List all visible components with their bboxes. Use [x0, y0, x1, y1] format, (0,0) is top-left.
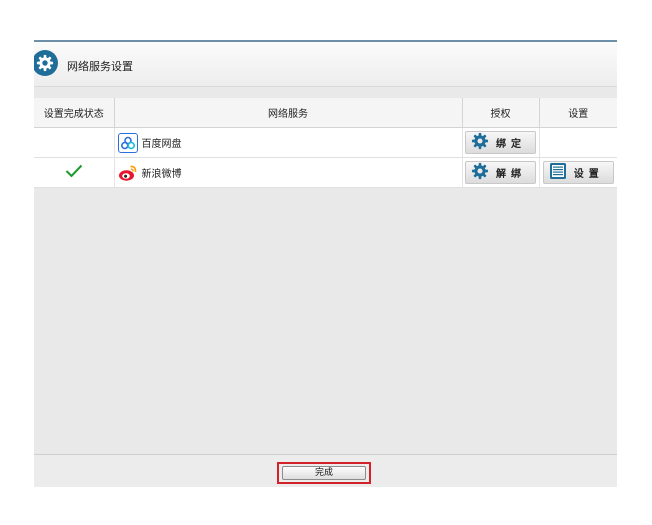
settings-button[interactable]: 设置 [542, 161, 614, 184]
network-service-settings-dialog: 网络服务设置 设置完成状态 网络服务 授权 设置 百度网盘 绑定 新浪微博 解绑… [34, 40, 617, 487]
column-header-auth: 授权 [462, 98, 540, 128]
settings-button-label: 设置 [573, 169, 604, 180]
baidu-netdisk-icon [117, 132, 138, 153]
list-icon [549, 162, 567, 183]
gear-icon [471, 132, 489, 153]
dialog-title: 网络服务设置 [67, 60, 133, 73]
service-name: 新浪微博 [141, 169, 182, 180]
done-button[interactable]: 完成 [282, 466, 366, 480]
bind-button-label: 绑定 [496, 139, 526, 150]
settings-cell: 设置 [539, 157, 617, 188]
auth-cell: 解绑 [462, 157, 540, 188]
table-row: 新浪微博 解绑 设置 [34, 157, 617, 188]
gear-icon [471, 162, 489, 183]
column-header-service: 网络服务 [114, 98, 463, 128]
service-cell: 新浪微博 [114, 157, 463, 188]
table-row: 百度网盘 绑定 [34, 127, 617, 158]
unbind-button[interactable]: 解绑 [465, 161, 536, 184]
sina-weibo-icon [118, 163, 138, 183]
checkmark-icon [65, 164, 83, 181]
service-cell: 百度网盘 [114, 127, 463, 158]
dialog-footer: 完成 [34, 454, 617, 487]
status-cell [34, 157, 115, 188]
table-header-row: 设置完成状态 网络服务 授权 设置 [34, 98, 617, 128]
column-header-status: 设置完成状态 [34, 98, 115, 128]
unbind-button-label: 解绑 [496, 169, 526, 180]
bind-button[interactable]: 绑定 [465, 131, 536, 154]
settings-gear-icon [34, 50, 58, 76]
service-name: 百度网盘 [141, 139, 182, 150]
service-table: 设置完成状态 网络服务 授权 设置 百度网盘 绑定 新浪微博 解绑 设置 [34, 98, 617, 188]
auth-cell: 绑定 [462, 127, 540, 158]
done-button-highlight: 完成 [277, 462, 371, 484]
column-header-settings: 设置 [539, 98, 617, 128]
settings-cell [539, 127, 617, 158]
dialog-titlebar: 网络服务设置 [34, 42, 617, 87]
status-cell [34, 127, 115, 158]
